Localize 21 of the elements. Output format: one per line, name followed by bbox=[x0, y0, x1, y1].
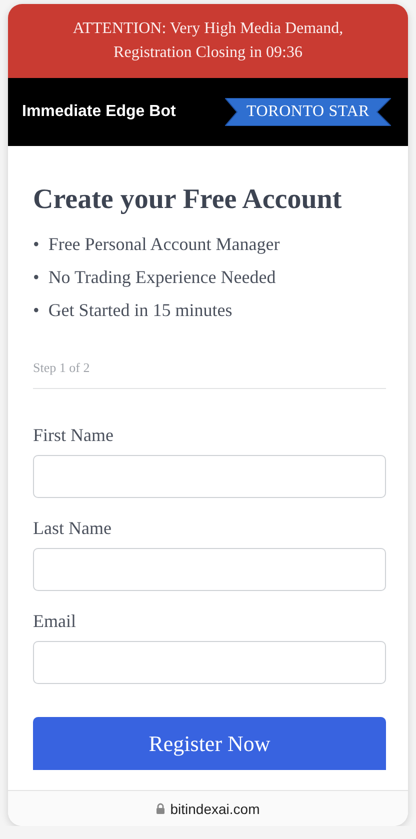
field-label: First Name bbox=[33, 425, 114, 446]
bullet-mark: • bbox=[33, 299, 40, 322]
bullet-mark: • bbox=[33, 233, 40, 256]
form-title: Create your Free Account bbox=[33, 184, 343, 216]
input-field[interactable] bbox=[33, 455, 386, 498]
bullet-mark: • bbox=[33, 266, 40, 289]
url-text: bitindexai.com bbox=[170, 800, 260, 816]
benefit-item: No Trading Experience Needed bbox=[48, 266, 276, 289]
benefit-item: Get Started in 15 minutes bbox=[48, 299, 232, 322]
lock-icon bbox=[156, 803, 166, 814]
input-field[interactable] bbox=[33, 548, 386, 591]
brand-name: Immediate Edge Bot bbox=[22, 103, 176, 121]
alert-text: Registration Closing in 09:36 bbox=[114, 44, 302, 62]
alert-text: ATTENTION: Very High Media Demand, bbox=[72, 20, 344, 38]
input-field[interactable] bbox=[33, 641, 386, 684]
benefit-item: Free Personal Account Manager bbox=[48, 233, 280, 256]
field-label: Email bbox=[33, 611, 77, 632]
press-badge: TORONTO STAR bbox=[225, 98, 391, 126]
field-label: Last Name bbox=[33, 518, 112, 539]
step-indicator: Step 1 of 2 bbox=[33, 360, 386, 389]
register-button[interactable]: Register Now bbox=[33, 717, 386, 770]
